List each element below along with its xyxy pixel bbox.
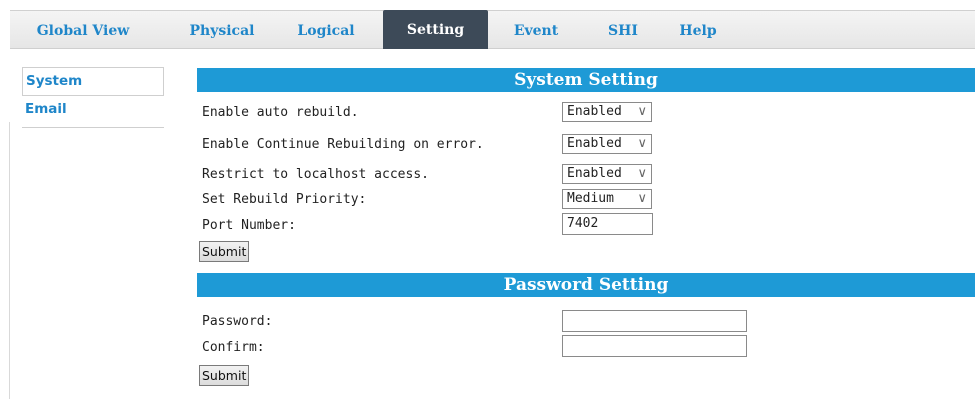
rebuild-priority-label: Set Rebuild Priority:: [202, 192, 367, 207]
tab-logical[interactable]: Logical: [286, 11, 366, 48]
tab-physical[interactable]: Physical: [182, 11, 262, 48]
rebuild-priority-select[interactable]: Medium ∨: [562, 189, 652, 209]
continue-rebuild-value: Enabled: [567, 136, 622, 151]
continue-rebuild-label: Enable Continue Rebuilding on error.: [202, 137, 484, 152]
password-setting-header: Password Setting: [197, 273, 975, 297]
confirm-password-input[interactable]: [562, 335, 747, 357]
sidebar-divider: [9, 122, 10, 399]
chevron-down-icon: ∨: [637, 136, 647, 151]
chevron-down-icon: ∨: [637, 166, 647, 181]
port-number-label: Port Number:: [202, 218, 296, 233]
tab-help[interactable]: Help: [668, 11, 728, 48]
password-input[interactable]: [562, 310, 747, 332]
tab-event[interactable]: Event: [501, 11, 571, 48]
password-submit-button[interactable]: Submit: [199, 365, 250, 386]
port-number-input[interactable]: 7402: [562, 213, 653, 235]
chevron-down-icon: ∨: [637, 104, 647, 119]
password-label: Password:: [202, 314, 273, 329]
confirm-label: Confirm:: [202, 340, 265, 355]
system-setting-header: System Setting: [197, 68, 975, 92]
auto-rebuild-value: Enabled: [567, 104, 622, 119]
continue-rebuild-select[interactable]: Enabled ∨: [562, 134, 652, 154]
system-submit-button[interactable]: Submit: [199, 241, 250, 262]
rebuild-priority-value: Medium: [567, 191, 614, 206]
sidebar-item-system[interactable]: System: [22, 67, 164, 96]
sidebar-item-email[interactable]: Email: [22, 96, 164, 128]
localhost-label: Restrict to localhost access.: [202, 167, 429, 182]
tab-global-view[interactable]: Global View: [28, 11, 138, 48]
top-navigation: Global View Physical Logical Setting Eve…: [10, 10, 975, 49]
localhost-select[interactable]: Enabled ∨: [562, 164, 652, 184]
auto-rebuild-select[interactable]: Enabled ∨: [562, 102, 652, 122]
auto-rebuild-label: Enable auto rebuild.: [202, 105, 359, 120]
chevron-down-icon: ∨: [637, 191, 647, 206]
tab-setting[interactable]: Setting: [383, 10, 488, 49]
sidebar: System Email: [22, 67, 164, 128]
localhost-value: Enabled: [567, 166, 622, 181]
tab-shi[interactable]: SHI: [593, 11, 653, 48]
